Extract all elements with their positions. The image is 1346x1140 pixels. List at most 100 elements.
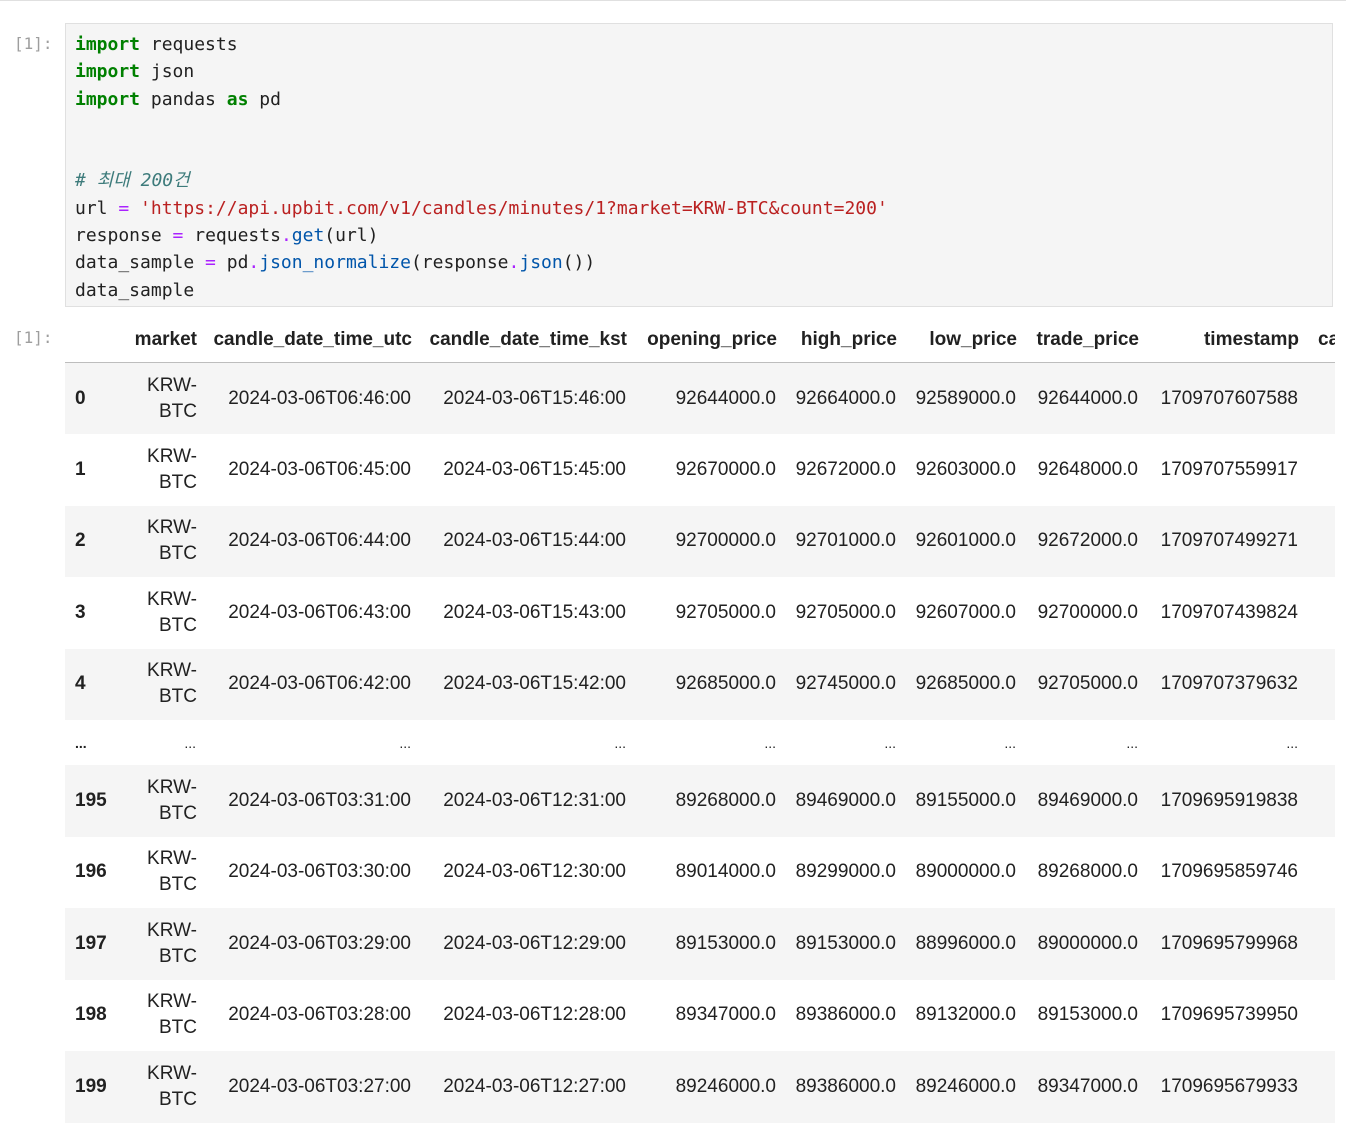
cell-low-price: 89132000.0 <box>915 1004 1016 1026</box>
cell-market: KRW- BTC <box>147 1062 197 1110</box>
table-row: 0 KRW- BTC 2024-03-06T06:46:00 2024-03-06T15… <box>65 362 1335 435</box>
top-divider <box>0 0 1346 1</box>
cell-opening-price: 92644000.0 <box>675 387 776 409</box>
cell-market: KRW- BTC <box>147 588 197 636</box>
cell-truncated <box>1299 363 1335 435</box>
cell-high-price: 92701000.0 <box>795 530 896 552</box>
cell-market: KRW- BTC <box>147 919 197 967</box>
cell-candle-date-time-kst: 2024-03-06T12:27:00 <box>443 1075 626 1097</box>
cell-candle-date-time-kst: 2024-03-06T12:28:00 <box>443 1004 626 1026</box>
cell-low-price: 89246000.0 <box>915 1075 1016 1097</box>
cell-candle-date-time-kst: 2024-03-06T15:46:00 <box>443 387 626 409</box>
cell-timestamp: 1709695859746 <box>1160 861 1298 883</box>
code-token: pd <box>248 88 281 110</box>
code-token: pandas <box>140 88 227 110</box>
cell-candle-date-time-utc: ... <box>399 734 411 751</box>
cell-high-price: 92664000.0 <box>795 387 896 409</box>
cell-market: ... <box>184 734 196 751</box>
cell-truncated <box>1299 720 1335 765</box>
cell-high-price: 92672000.0 <box>795 458 896 480</box>
code-token: import <box>75 61 141 83</box>
cell-candle-date-time-kst: ... <box>614 734 626 751</box>
column-header-trade-price: trade_price <box>1017 318 1139 363</box>
cell-candle-date-time-kst: 2024-03-06T15:42:00 <box>443 673 626 695</box>
code-token: data_sample <box>75 252 206 274</box>
code-token: requests <box>140 34 238 55</box>
cell-market: KRW- BTC <box>147 848 197 896</box>
row-index: 1 <box>75 458 86 480</box>
code-cell-editor[interactable]: import requests import json import panda… <box>65 23 1333 307</box>
cell-candle-date-time-kst: 2024-03-06T15:45:00 <box>443 458 626 480</box>
table-row: 196 KRW- BTC 2024-03-06T03:30:00 2024-03-06T… <box>65 837 1335 909</box>
column-header-candle-date-time-kst: candle_date_time_kst <box>412 318 627 363</box>
code-token: import <box>75 88 141 110</box>
cell-candle-date-time-utc: 2024-03-06T03:31:00 <box>228 789 411 811</box>
cell-trade-price: 89268000.0 <box>1037 861 1138 883</box>
code-token: = <box>172 225 184 247</box>
cell-truncated <box>1299 434 1335 506</box>
row-index: ... <box>75 734 87 751</box>
column-header-market: market <box>117 318 197 363</box>
cell-candle-date-time-utc: 2024-03-06T06:46:00 <box>228 387 411 409</box>
cell-low-price: 89155000.0 <box>915 789 1016 811</box>
code-token: . <box>280 225 292 247</box>
code-text[interactable]: import requests import json import panda… <box>75 31 888 304</box>
code-token: # 최대 200건 <box>75 170 190 192</box>
table-row: 1 KRW- BTC 2024-03-06T06:45:00 2024-03-06T15… <box>65 434 1335 506</box>
cell-opening-price: 92670000.0 <box>675 458 776 480</box>
column-header-opening-price: opening_price <box>627 318 777 363</box>
table-row: 2 KRW- BTC 2024-03-06T06:44:00 2024-03-06T15… <box>65 505 1335 577</box>
table-header-row: market candle_date_time_utc candle_date_… <box>65 318 1335 363</box>
cell-low-price: 92685000.0 <box>915 673 1016 695</box>
code-token: (response <box>410 252 509 274</box>
cell-trade-price: 89347000.0 <box>1037 1075 1138 1097</box>
cell-opening-price: ... <box>764 734 776 751</box>
cell-truncated <box>1299 1051 1335 1123</box>
row-index: 197 <box>75 932 107 954</box>
cell-trade-price: 89469000.0 <box>1037 789 1138 811</box>
cell-trade-price: 92705000.0 <box>1037 673 1138 695</box>
column-header-index <box>65 318 117 363</box>
cell-trade-price: ... <box>1126 734 1138 751</box>
table-row-ellipsis: ........................... <box>65 720 1335 765</box>
code-token: response <box>75 225 173 247</box>
cell-trade-price: 92672000.0 <box>1037 530 1138 552</box>
code-token: 'https://api.upbit.com/v1/candles/minute… <box>140 197 888 219</box>
row-index: 199 <box>75 1075 107 1097</box>
cell-timestamp: ... <box>1286 734 1298 751</box>
cell-opening-price: 89014000.0 <box>675 861 776 883</box>
cell-high-price: 89469000.0 <box>795 789 896 811</box>
table-row: 195 KRW- BTC 2024-03-06T03:31:00 2024-03-06T… <box>65 765 1335 837</box>
cell-high-price: 92705000.0 <box>795 601 896 623</box>
output-area: market candle_date_time_utc candle_date_… <box>65 318 1335 1140</box>
cell-timestamp: 1709707439824 <box>1160 601 1298 623</box>
column-header-low-price: low_price <box>897 318 1017 363</box>
cell-high-price: 89299000.0 <box>795 861 896 883</box>
cell-opening-price: 89347000.0 <box>675 1004 776 1026</box>
cell-truncated <box>1299 908 1335 980</box>
code-token: json <box>140 61 195 83</box>
cell-candle-date-time-kst: 2024-03-06T12:29:00 <box>443 932 626 954</box>
cell-candle-date-time-kst: 2024-03-06T15:44:00 <box>443 530 626 552</box>
cell-trade-price: 89000000.0 <box>1037 932 1138 954</box>
row-index: 198 <box>75 1004 107 1026</box>
code-token: json <box>519 252 563 274</box>
cell-timestamp: 1709695679933 <box>1160 1075 1298 1097</box>
row-index: 4 <box>75 673 86 695</box>
cell-opening-price: 89153000.0 <box>675 932 776 954</box>
cell-trade-price: 89153000.0 <box>1037 1004 1138 1026</box>
row-index: 0 <box>75 387 86 409</box>
code-token: ()) <box>562 252 596 274</box>
cell-high-price: ... <box>884 734 896 751</box>
code-token: import <box>75 34 141 55</box>
cell-low-price: 92607000.0 <box>915 601 1016 623</box>
table-row: 4 KRW- BTC 2024-03-06T06:42:00 2024-03-06T15… <box>65 648 1335 721</box>
column-header-candle-date-time-utc: candle_date_time_utc <box>197 318 412 363</box>
cell-candle-date-time-kst: 2024-03-06T15:43:00 <box>443 601 626 623</box>
cell-truncated <box>1299 765 1335 837</box>
cell-truncated <box>1299 649 1335 721</box>
code-token: . <box>248 252 260 274</box>
cell-candle-date-time-utc: 2024-03-06T06:43:00 <box>228 601 411 623</box>
cell-low-price: ... <box>1004 734 1016 751</box>
